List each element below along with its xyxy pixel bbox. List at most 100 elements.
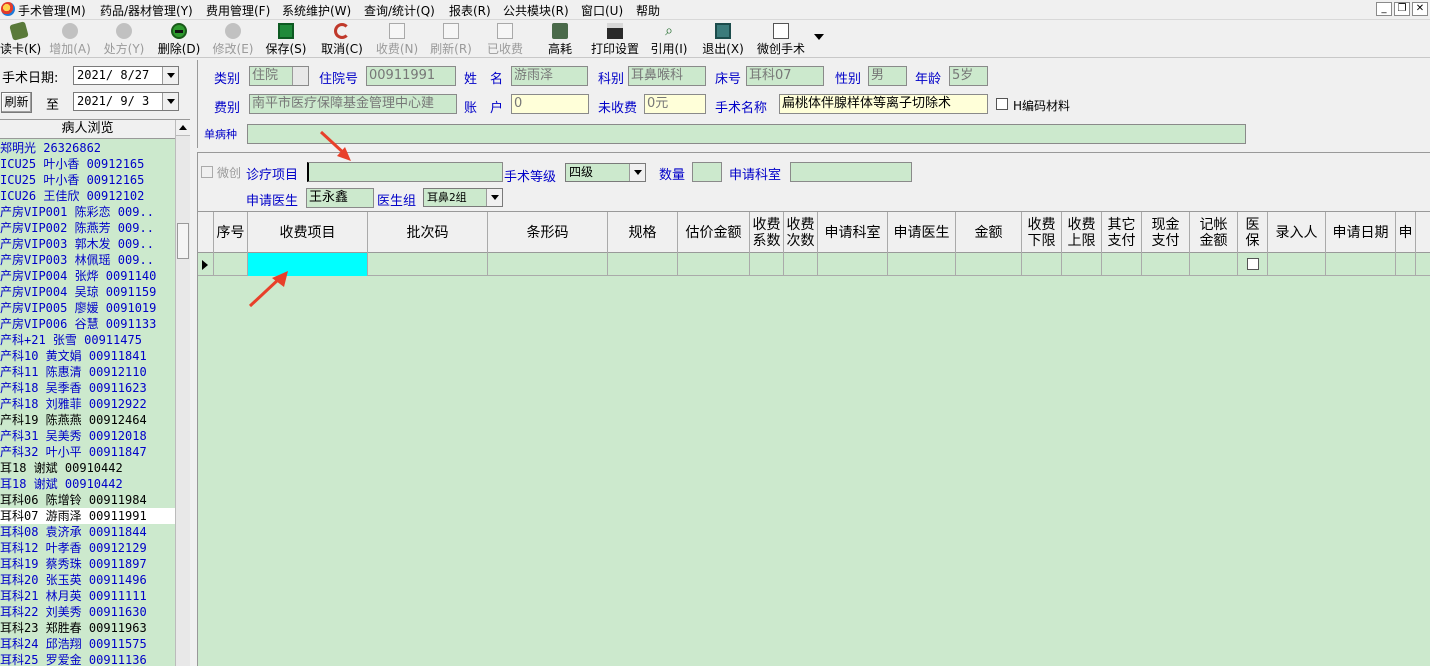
- grid-cell[interactable]: [1142, 253, 1190, 276]
- close-icon[interactable]: ✕: [1412, 2, 1428, 16]
- apply-dept-field[interactable]: [790, 162, 912, 182]
- patient-list-item[interactable]: 产科31 吴美秀 00912018: [0, 428, 147, 444]
- grid-cell[interactable]: [750, 253, 784, 276]
- exit-button[interactable]: 退出(X): [700, 23, 746, 57]
- grid-cell[interactable]: [1268, 253, 1326, 276]
- chevron-down-icon[interactable]: [292, 67, 308, 85]
- patient-list-item[interactable]: 耳科25 罗爱金 00911136: [0, 652, 147, 666]
- scroll-thumb[interactable]: [177, 223, 189, 259]
- insurance-checkbox[interactable]: [1247, 258, 1259, 270]
- patient-list-item[interactable]: 产科+21 张雪 00911475: [0, 332, 142, 348]
- column-header[interactable]: 批次码: [368, 212, 488, 253]
- chevron-down-icon[interactable]: [486, 189, 502, 206]
- column-header[interactable]: 序号: [214, 212, 248, 253]
- menu-surgery[interactable]: 手术管理(M): [18, 2, 86, 19]
- grid-cell[interactable]: [1190, 253, 1238, 276]
- column-header[interactable]: 金额: [956, 212, 1022, 253]
- micro-checkbox[interactable]: [201, 166, 213, 178]
- column-header[interactable]: 收费项目: [248, 212, 368, 253]
- dept-field[interactable]: 耳鼻喉科: [628, 66, 706, 86]
- patient-list-item[interactable]: 耳科23 郑胜春 00911963: [0, 620, 147, 636]
- patient-list-item[interactable]: 耳科24 邱浩翔 00911575: [0, 636, 147, 652]
- patient-list-item[interactable]: 耳科12 叶孝香 00912129: [0, 540, 147, 556]
- quantity-input[interactable]: [692, 162, 722, 182]
- menu-public[interactable]: 公共模块(R): [503, 2, 569, 19]
- patient-list-item[interactable]: 耳18 谢斌 00910442: [0, 476, 123, 492]
- patient-list-item[interactable]: 耳科22 刘美秀 00911630: [0, 604, 147, 620]
- scroll-up-icon[interactable]: [176, 120, 190, 136]
- column-header[interactable]: 其它 支付: [1102, 212, 1142, 253]
- bed-field[interactable]: 耳科07: [746, 66, 824, 86]
- fee-type-field[interactable]: 南平市医疗保障基金管理中心建: [249, 94, 457, 114]
- patient-list-item[interactable]: 产科19 陈燕燕 00912464: [0, 412, 147, 428]
- patient-list-item[interactable]: 产房VIP001 陈彩恋 009..: [0, 204, 154, 220]
- patient-list-item[interactable]: 产科11 陈惠清 00912110: [0, 364, 147, 380]
- patient-list-item[interactable]: 产房VIP005 廖媛 0091019: [0, 300, 156, 316]
- menu-query[interactable]: 查询/统计(Q): [364, 2, 435, 19]
- surgery-name-field[interactable]: 扁桃体伴腺样体等离子切除术: [779, 94, 988, 114]
- patient-list-item[interactable]: 产科32 叶小平 00911847: [0, 444, 147, 460]
- patient-list-item[interactable]: 耳18 谢斌 00910442: [0, 460, 123, 476]
- column-header[interactable]: 现金 支付: [1142, 212, 1190, 253]
- column-header[interactable]: 申请医生: [888, 212, 956, 253]
- patient-list-item[interactable]: 产房VIP004 张烨 0091140: [0, 268, 156, 284]
- modify-button[interactable]: 修改(E): [210, 23, 256, 57]
- column-header[interactable]: 规格: [608, 212, 678, 253]
- gender-field[interactable]: 男: [868, 66, 907, 86]
- grid-cell[interactable]: [818, 253, 888, 276]
- column-header[interactable]: 记帐 金额: [1190, 212, 1238, 253]
- patient-list-item[interactable]: 耳科06 陈增铃 00911984: [0, 492, 147, 508]
- patient-list-item[interactable]: 耳科08 袁济承 00911844: [0, 524, 147, 540]
- micro-surgery-button[interactable]: 微创手术: [754, 23, 808, 57]
- doctor-group-select[interactable]: 耳鼻2组: [423, 188, 503, 207]
- single-disease-field[interactable]: [247, 124, 1246, 144]
- menu-reports[interactable]: 报表(R): [449, 2, 491, 19]
- cancel-button[interactable]: 取消(C): [319, 23, 365, 57]
- table-row[interactable]: [198, 253, 1430, 276]
- patient-list-item[interactable]: 耳科20 张玉英 00911496: [0, 572, 147, 588]
- patient-list-item[interactable]: 耳科07 游雨泽 00911991: [0, 508, 175, 524]
- uncharged-field[interactable]: 0元: [644, 94, 706, 114]
- patient-list-item[interactable]: ICU26 王佳欣 00912102: [0, 188, 144, 204]
- chevron-down-icon[interactable]: [629, 164, 645, 181]
- h-code-checkbox[interactable]: [996, 98, 1008, 110]
- grid-cell[interactable]: [1022, 253, 1062, 276]
- grid-cell[interactable]: [214, 253, 248, 276]
- column-header[interactable]: 收费 次数: [784, 212, 818, 253]
- age-field[interactable]: 5岁: [949, 66, 988, 86]
- grid-cell[interactable]: [368, 253, 488, 276]
- chevron-down-icon[interactable]: [162, 93, 178, 110]
- patient-list-item[interactable]: 郑明光 26326862: [0, 140, 101, 156]
- grid-cell[interactable]: [608, 253, 678, 276]
- grid-cell[interactable]: [1326, 253, 1396, 276]
- charge-button[interactable]: 收费(N): [374, 23, 420, 57]
- patient-list-item[interactable]: 耳科21 林月英 00911111: [0, 588, 147, 604]
- read-card-button[interactable]: 读卡(K): [0, 21, 41, 57]
- patient-list-item[interactable]: 产房VIP002 陈燕芳 009..: [0, 220, 154, 236]
- patient-list-item[interactable]: 耳科19 蔡秀珠 00911897: [0, 556, 147, 572]
- add-button[interactable]: 增加(A): [48, 23, 92, 57]
- column-header[interactable]: 收费 上限: [1062, 212, 1102, 253]
- column-header[interactable]: 申请日期: [1326, 212, 1396, 253]
- refresh-toolbar-button[interactable]: 刷新(R): [428, 23, 474, 57]
- grid-cell[interactable]: [678, 253, 750, 276]
- restore-icon[interactable]: ❐: [1394, 2, 1410, 16]
- grid-cell[interactable]: [956, 253, 1022, 276]
- high-cost-button[interactable]: 高耗: [545, 23, 575, 57]
- date-to-picker[interactable]: 2021/ 9/ 3: [73, 92, 179, 111]
- menu-drugs[interactable]: 药品/器材管理(Y): [100, 2, 193, 19]
- patient-list-scrollbar[interactable]: [175, 120, 190, 666]
- refresh-button[interactable]: 刷新: [1, 92, 32, 113]
- column-header[interactable]: 申: [1396, 212, 1416, 253]
- category-select[interactable]: 住院: [249, 66, 309, 86]
- menu-fees[interactable]: 费用管理(F): [206, 2, 270, 19]
- grid-cell[interactable]: [1396, 253, 1416, 276]
- grid-cell[interactable]: [1062, 253, 1102, 276]
- account-field[interactable]: 0: [511, 94, 589, 114]
- chevron-down-icon[interactable]: [162, 67, 178, 84]
- patient-list-item[interactable]: 产科10 黄文娟 00911841: [0, 348, 147, 364]
- patient-list-item[interactable]: 产房VIP004 吴琼 0091159: [0, 284, 156, 300]
- patient-list-item[interactable]: 产科18 刘雅菲 00912922: [0, 396, 147, 412]
- save-button[interactable]: 保存(S): [264, 23, 308, 57]
- column-header[interactable]: 收费 下限: [1022, 212, 1062, 253]
